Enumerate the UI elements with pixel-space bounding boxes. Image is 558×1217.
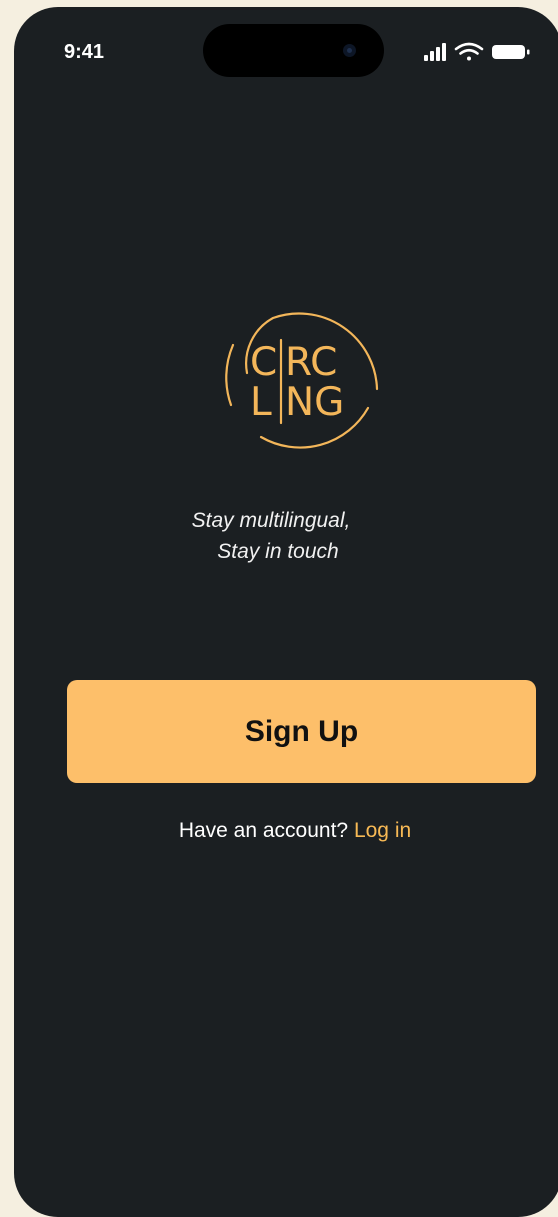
log-in-link[interactable]: Log in [354,819,411,842]
logo-text-l: L [250,380,272,425]
logo-text-rc: RC [285,340,337,385]
dynamic-island [203,24,384,77]
sign-up-button[interactable]: Sign Up [67,680,536,783]
circling-logo: C RC L NG [225,312,379,449]
tagline-line-2: Stay in touch [217,540,339,563]
phone-screen: 9:41 C RC L NG Stay multilingual, Stay i… [14,7,558,1217]
status-time: 9:41 [64,41,105,63]
battery-icon [492,45,530,59]
status-icons [424,42,530,61]
logo-text-c: C [250,340,277,385]
account-prompt-row: Have an account? Log in [14,819,558,843]
logo-ring-left [225,343,235,407]
cellular-signal-icon [424,43,446,61]
front-camera-icon [343,44,356,57]
account-prompt-text: Have an account? [178,819,349,842]
status-bar: 9:41 [14,7,558,87]
wifi-icon [454,42,484,61]
tagline-line-1: Stay multilingual, [191,509,351,532]
logo-text-ng: NG [285,380,344,425]
